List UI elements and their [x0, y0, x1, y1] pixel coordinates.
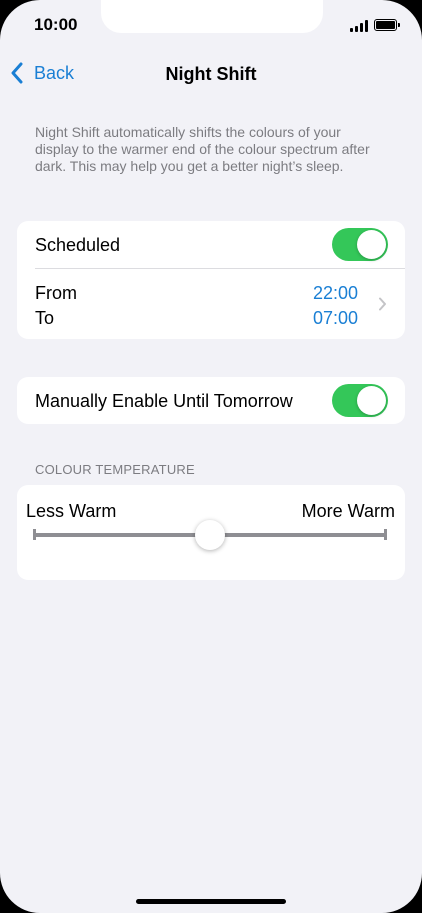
to-time: 07:00 — [312, 308, 358, 328]
schedule-card: Scheduled From To 22:00 07:00 — [17, 221, 405, 339]
more-warm-label: More Warm — [301, 501, 395, 521]
less-warm-label: Less Warm — [26, 501, 117, 521]
manual-enable-label: Manually Enable Until Tomorrow — [35, 391, 293, 411]
schedule-time-row[interactable]: From To 22:00 07:00 — [17, 269, 405, 339]
colour-temperature-card: Less Warm More Warm — [17, 485, 405, 580]
colour-temperature-header: COLOUR TEMPERATURE — [35, 462, 195, 477]
chevron-right-icon — [379, 297, 386, 311]
manual-enable-card: Manually Enable Until Tomorrow — [17, 377, 405, 424]
notch — [101, 0, 323, 33]
signal-icon — [350, 20, 370, 32]
scheduled-label: Scheduled — [35, 235, 121, 255]
description-text: Night Shift automatically shifts the col… — [35, 124, 370, 174]
battery-icon — [374, 19, 400, 31]
toggle-knob — [357, 230, 386, 259]
slider-max-tick — [384, 529, 387, 540]
scheduled-toggle[interactable] — [332, 228, 388, 261]
phone-screen: 10:00 Back Night Shift Night Shift autom… — [0, 0, 422, 913]
slider-min-tick — [33, 529, 36, 540]
page-title: Night Shift — [165, 64, 257, 84]
manual-enable-toggle[interactable] — [332, 384, 388, 417]
from-time: 22:00 — [312, 283, 358, 303]
status-time: 10:00 — [34, 15, 78, 34]
to-label: To — [35, 308, 55, 328]
home-indicator — [136, 899, 286, 904]
temperature-slider-knob[interactable] — [195, 520, 225, 550]
toggle-knob — [357, 386, 386, 415]
from-label: From — [35, 283, 77, 303]
